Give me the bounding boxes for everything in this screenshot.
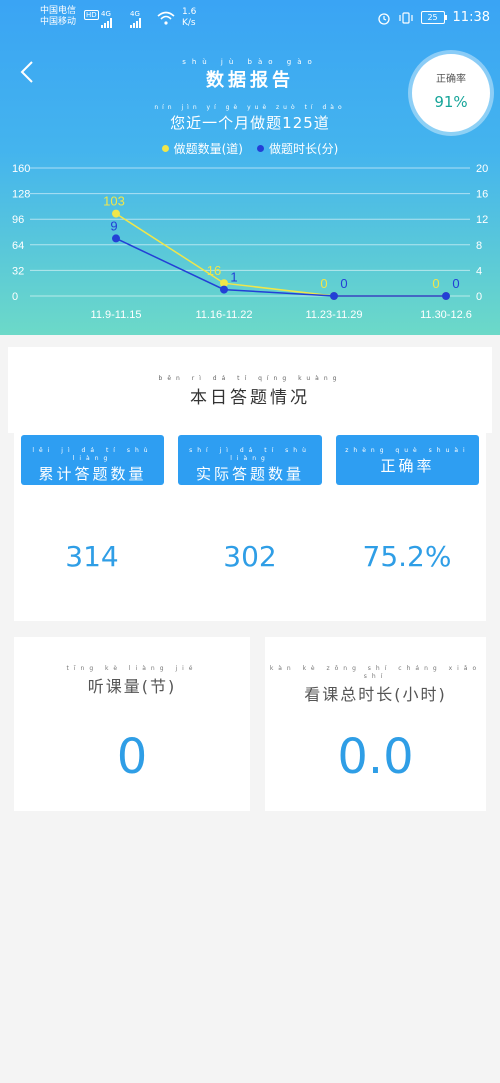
- data-label: 1: [230, 270, 237, 285]
- data-point: [330, 292, 338, 300]
- network-type-2: 4G: [130, 10, 140, 18]
- vibrate-icon: [398, 11, 413, 24]
- legend-item-count: 做题数量(道): [161, 140, 243, 157]
- data-point: [112, 209, 120, 218]
- y-left-tick-label: 96: [12, 214, 24, 226]
- accuracy-rate-pinyin: zhèng què shuài: [345, 447, 470, 454]
- legend-dot-yellow: [161, 145, 169, 152]
- y-left-tick-label: 0: [12, 291, 18, 303]
- y-right-tick-label: 20: [476, 163, 488, 175]
- carrier-name-1: 中国电信: [40, 6, 77, 16]
- data-point: [442, 292, 450, 300]
- total-answered-value: 314: [65, 540, 119, 573]
- accuracy-badge: 正确率 91%: [412, 54, 490, 132]
- x-tick-label: 11.9-11.15: [91, 309, 142, 321]
- network-type-1: 4G: [101, 10, 111, 18]
- watch-card: kàn kè zǒng shí cháng xiǎo shí 看课总时长(小时)…: [265, 637, 486, 811]
- status-right: 25 11:38: [377, 10, 490, 25]
- alarm-icon: [377, 12, 390, 25]
- legend-item-duration: 做题时长(分): [257, 140, 338, 157]
- chart-legend: 做题数量(道) 做题时长(分): [0, 140, 500, 157]
- y-left-tick-label: 64: [12, 240, 24, 252]
- today-title: 本日答题情况: [190, 388, 310, 408]
- y-left-tick-label: 32: [12, 265, 24, 277]
- data-label: 0: [320, 276, 327, 291]
- network-badges: HD: [84, 10, 99, 20]
- total-answered-label: 累计答题数量: [38, 465, 147, 483]
- total-answered-button[interactable]: lěi jì dá tí shù liàng 累计答题数量: [21, 435, 164, 485]
- y-left-tick-label: 160: [12, 163, 30, 175]
- accuracy-value: 91%: [434, 93, 468, 111]
- series-line: [115, 212, 446, 297]
- legend-label-count: 做题数量(道): [173, 142, 243, 156]
- today-title-block: běn rì dá tí qíng kuàng 本日答题情况: [8, 375, 492, 408]
- signal-icon: [130, 18, 141, 28]
- speed-unit: K/s: [182, 18, 196, 28]
- data-point: [220, 285, 228, 294]
- actual-answered-value: 302: [223, 540, 277, 573]
- wifi-icon: [157, 11, 175, 25]
- data-label: 0: [452, 276, 459, 291]
- y-right-tick-label: 16: [476, 189, 488, 201]
- status-bar: 中国电信 中国移动 HD 4G 4G 1.6 K/s 25 11:38: [0, 0, 500, 36]
- y-right-tick-label: 8: [476, 240, 482, 252]
- today-title-pinyin: běn rì dá tí qíng kuàng: [158, 375, 342, 382]
- watch-title-pinyin: kàn kè zǒng shí cháng xiǎo shí: [269, 665, 482, 680]
- data-label: 0: [432, 276, 439, 291]
- legend-dot-blue: [257, 145, 264, 152]
- actual-answered-pinyin: shí jì dá tí shù liàng: [189, 447, 311, 462]
- data-label: 0: [340, 276, 347, 291]
- data-label: 16: [207, 263, 221, 278]
- signal-icon: [101, 18, 112, 28]
- watch-title-block: kàn kè zǒng shí cháng xiǎo shí 看课总时长(小时): [265, 665, 486, 705]
- x-tick-label: 11.16-11.22: [195, 309, 252, 321]
- watch-title: 看课总时长(小时): [304, 685, 447, 704]
- total-answered-pinyin: lěi jì dá tí shù liàng: [32, 447, 153, 462]
- y-right-tick-label: 0: [476, 291, 482, 303]
- series-line: [115, 237, 446, 297]
- report-line-chart: 160 20128 1696 1264 832 40 011.9-11.15 11.16-11…: [12, 163, 488, 321]
- accuracy-rate-button[interactable]: zhèng què shuài 正确率: [336, 435, 479, 485]
- y-right-tick-label: 4: [476, 265, 482, 277]
- x-tick-label: 11.23-11.29: [305, 309, 362, 321]
- x-tick-label: 11.30-12.6: [420, 309, 472, 321]
- accuracy-label: 正确率: [436, 74, 466, 85]
- listen-value: 0: [116, 729, 148, 785]
- data-label: 9: [110, 218, 117, 233]
- network-speed: 1.6 K/s: [182, 7, 196, 29]
- report-header: 中国电信 中国移动 HD 4G 4G 1.6 K/s 25 11:38 shù …: [0, 0, 500, 335]
- clock: 11:38: [452, 10, 490, 25]
- y-right-tick-label: 12: [476, 214, 488, 226]
- actual-answered-label: 实际答题数量: [195, 465, 304, 483]
- data-point: [112, 234, 120, 243]
- carrier-info: 中国电信 中国移动: [40, 6, 76, 28]
- battery-icon: 25: [420, 11, 447, 24]
- listen-title: 听课量(节): [87, 677, 177, 696]
- legend-label-duration: 做题时长(分): [269, 142, 339, 156]
- carrier-name-2: 中国移动: [40, 17, 77, 27]
- actual-answered-button[interactable]: shí jì dá tí shù liàng 实际答题数量: [178, 435, 322, 485]
- watch-value: 0.0: [337, 729, 414, 785]
- today-title-card: běn rì dá tí qíng kuàng 本日答题情况: [8, 347, 492, 433]
- accuracy-rate-label: 正确率: [380, 457, 435, 475]
- y-left-tick-label: 128: [12, 189, 30, 201]
- listen-title-pinyin: tīng kè liàng jié: [66, 665, 198, 672]
- data-label: 103: [103, 194, 125, 209]
- listen-card: tīng kè liàng jié 听课量(节) 0: [14, 637, 250, 811]
- speed-value: 1.6: [182, 7, 197, 17]
- hd-badge: HD: [84, 10, 99, 20]
- accuracy-rate-value: 75.2%: [362, 540, 452, 573]
- listen-title-block: tīng kè liàng jié 听课量(节): [14, 665, 250, 697]
